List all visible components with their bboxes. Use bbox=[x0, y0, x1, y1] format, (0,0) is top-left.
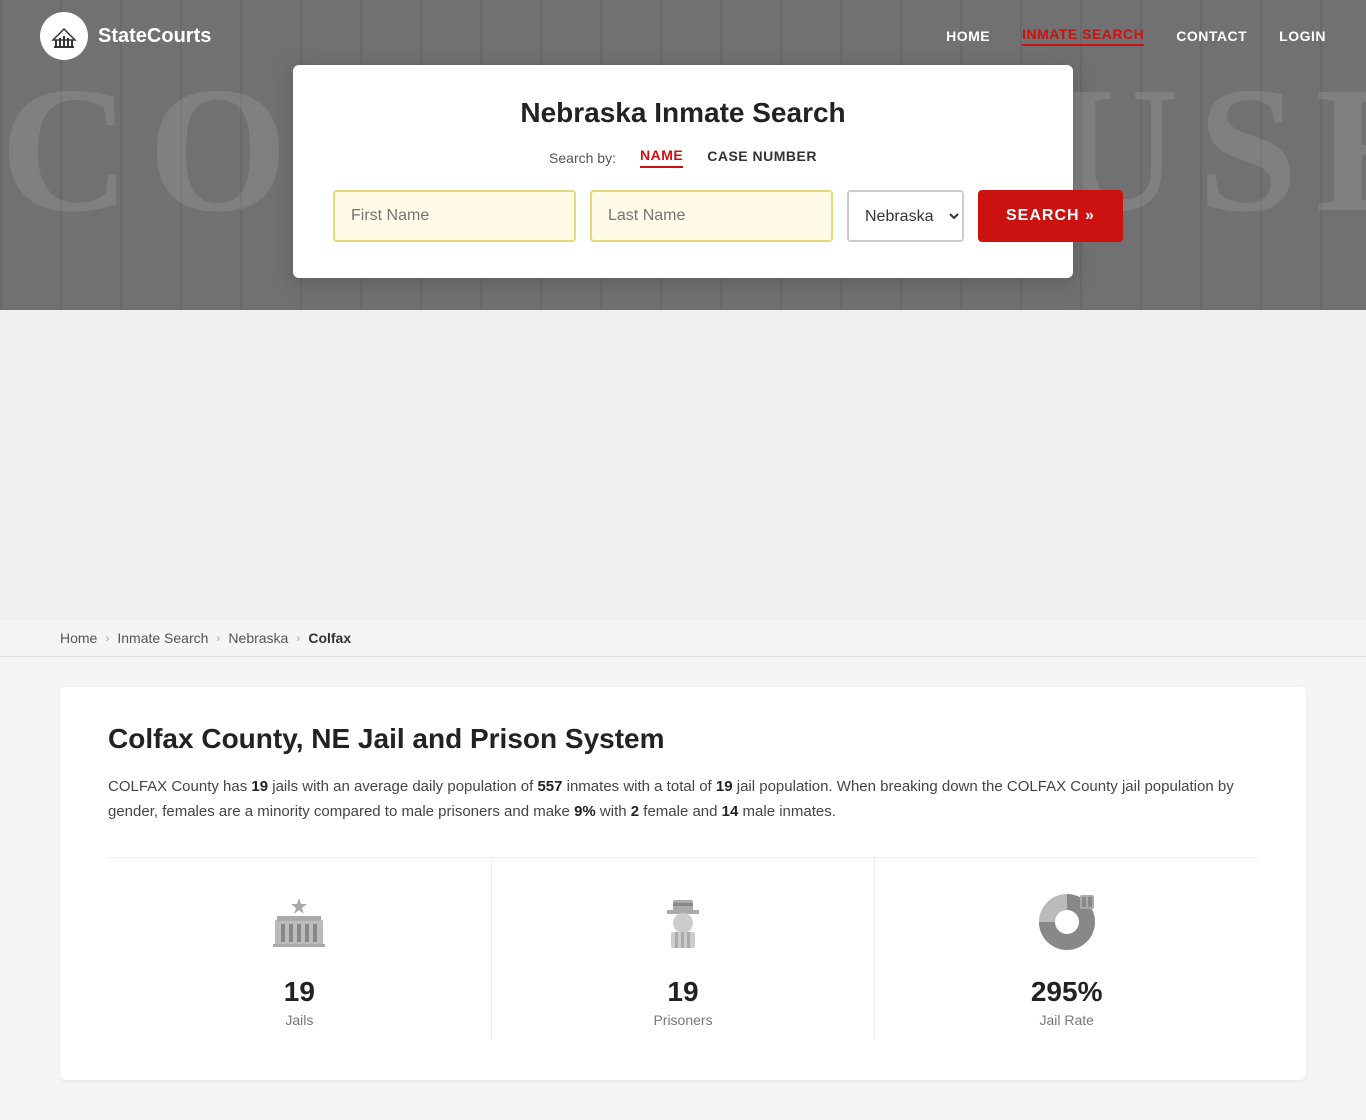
prisoner-icon bbox=[643, 882, 723, 962]
breadcrumb-nebraska[interactable]: Nebraska bbox=[228, 630, 288, 646]
breadcrumb-sep-2: › bbox=[216, 631, 220, 645]
jail-icon bbox=[259, 882, 339, 962]
top-navigation: StateCourts HOME INMATE SEARCH CONTACT L… bbox=[0, 0, 1366, 72]
breadcrumb-home[interactable]: Home bbox=[60, 630, 97, 646]
header: COURTHOUSE StateCourts bbox=[0, 0, 1366, 310]
content-title: Colfax County, NE Jail and Prison System bbox=[108, 723, 1258, 755]
nav-inmate-search[interactable]: INMATE SEARCH bbox=[1022, 26, 1144, 46]
nav-links: HOME INMATE SEARCH CONTACT LOGIN bbox=[946, 26, 1326, 46]
content-card: Colfax County, NE Jail and Prison System… bbox=[60, 687, 1306, 1080]
stats-row: 19 Jails bbox=[108, 857, 1258, 1040]
stat-jails-number: 19 bbox=[284, 976, 315, 1008]
nav-contact[interactable]: CONTACT bbox=[1176, 28, 1247, 44]
pie-chart-icon bbox=[1027, 882, 1107, 962]
tab-name[interactable]: NAME bbox=[640, 147, 683, 168]
search-by-label: Search by: bbox=[549, 150, 616, 166]
last-name-input[interactable] bbox=[590, 190, 833, 242]
breadcrumb-current: Colfax bbox=[308, 630, 351, 646]
stat-prisoners: 19 Prisoners bbox=[492, 858, 876, 1040]
search-button[interactable]: SEARCH » bbox=[978, 190, 1123, 242]
main-content: Colfax County, NE Jail and Prison System… bbox=[0, 657, 1366, 1120]
stat-jails-label: Jails bbox=[285, 1012, 313, 1028]
search-by-row: Search by: NAME CASE NUMBER bbox=[333, 147, 1033, 168]
stat-jail-rate: 295% Jail Rate bbox=[875, 858, 1258, 1040]
stat-jails: 19 Jails bbox=[108, 858, 492, 1040]
breadcrumb-sep-1: › bbox=[105, 631, 109, 645]
first-name-input[interactable] bbox=[333, 190, 576, 242]
nav-login[interactable]: LOGIN bbox=[1279, 28, 1326, 44]
logo-icon bbox=[40, 12, 88, 60]
state-select[interactable]: Nebraska Alabama Alaska Arizona Arkansas… bbox=[847, 190, 964, 242]
search-fields: Nebraska Alabama Alaska Arizona Arkansas… bbox=[333, 190, 1033, 242]
breadcrumb-sep-3: › bbox=[296, 631, 300, 645]
search-card-title: Nebraska Inmate Search bbox=[333, 97, 1033, 129]
stat-jail-rate-number: 295% bbox=[1031, 976, 1103, 1008]
logo-link[interactable]: StateCourts bbox=[40, 12, 211, 60]
content-description: COLFAX County has 19 jails with an avera… bbox=[108, 775, 1258, 825]
logo-text: StateCourts bbox=[98, 25, 211, 48]
search-card: Nebraska Inmate Search Search by: NAME C… bbox=[293, 65, 1073, 278]
stat-prisoners-label: Prisoners bbox=[653, 1012, 712, 1028]
breadcrumb-inmate-search[interactable]: Inmate Search bbox=[117, 630, 208, 646]
nav-home[interactable]: HOME bbox=[946, 28, 990, 44]
tab-case-number[interactable]: CASE NUMBER bbox=[707, 148, 817, 167]
stat-prisoners-number: 19 bbox=[667, 976, 698, 1008]
stat-jail-rate-label: Jail Rate bbox=[1039, 1012, 1093, 1028]
breadcrumb: Home › Inmate Search › Nebraska › Colfax bbox=[0, 620, 1366, 657]
